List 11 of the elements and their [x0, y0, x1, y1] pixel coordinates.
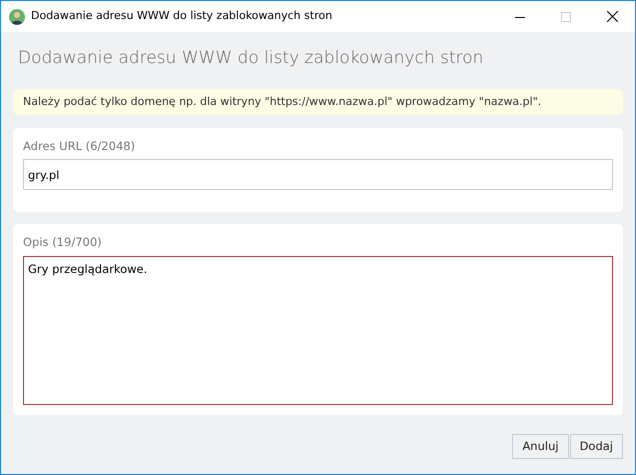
cancel-button[interactable]: Anuluj [512, 434, 569, 459]
field-label: Adres URL (6/2048) [23, 138, 136, 155]
description-field[interactable]: Gry przeglądarkowe. [23, 256, 613, 404]
dialog-heading: Dodawanie adresu WWW do listy zablokowanych stron [18, 47, 484, 70]
add-button[interactable]: Dodaj [570, 434, 623, 459]
window-title: Dodawanie adresu WWW do listy zablokowanych stron [31, 8, 332, 24]
field-label: Opis (19/700) [23, 234, 103, 252]
info-notice: Należy podać tylko domenę np. dla witryny "https://www.nazwa.pl" wprowadzamy "nazwa.pl". [13, 88, 623, 115]
url-field[interactable]: gry.pl [23, 159, 613, 190]
close-icon[interactable] [606, 11, 618, 22]
app-icon [9, 8, 25, 24]
